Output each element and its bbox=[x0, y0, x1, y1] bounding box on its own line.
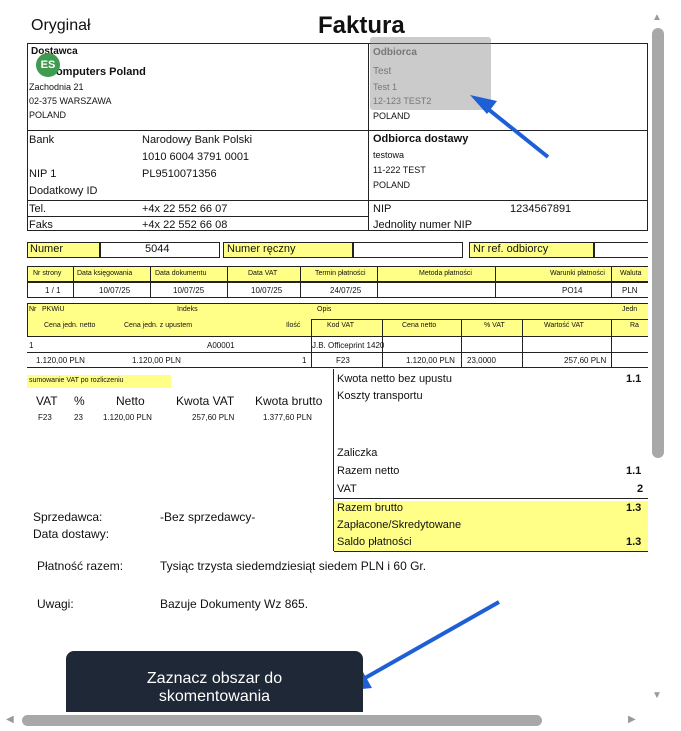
arrow-icon bbox=[342, 600, 500, 691]
horizontal-scrollbar[interactable]: ◀ ▶ bbox=[0, 712, 681, 731]
tooltip-line2: skomentowania bbox=[158, 688, 271, 705]
scroll-left-icon[interactable]: ◀ bbox=[6, 714, 14, 725]
scroll-down-icon[interactable]: ▼ bbox=[652, 690, 662, 701]
scroll-right-icon[interactable]: ▶ bbox=[628, 714, 636, 725]
vertical-scrollbar[interactable]: ▲ ▼ bbox=[648, 0, 681, 712]
vertical-scroll-thumb[interactable] bbox=[652, 28, 664, 458]
arrow-icon bbox=[470, 95, 550, 159]
horizontal-scroll-thumb[interactable] bbox=[22, 715, 542, 726]
tooltip-line1: Zaznacz obszar do bbox=[146, 670, 283, 687]
arrows-layer bbox=[342, 95, 550, 691]
scroll-up-icon[interactable]: ▲ bbox=[652, 12, 662, 23]
